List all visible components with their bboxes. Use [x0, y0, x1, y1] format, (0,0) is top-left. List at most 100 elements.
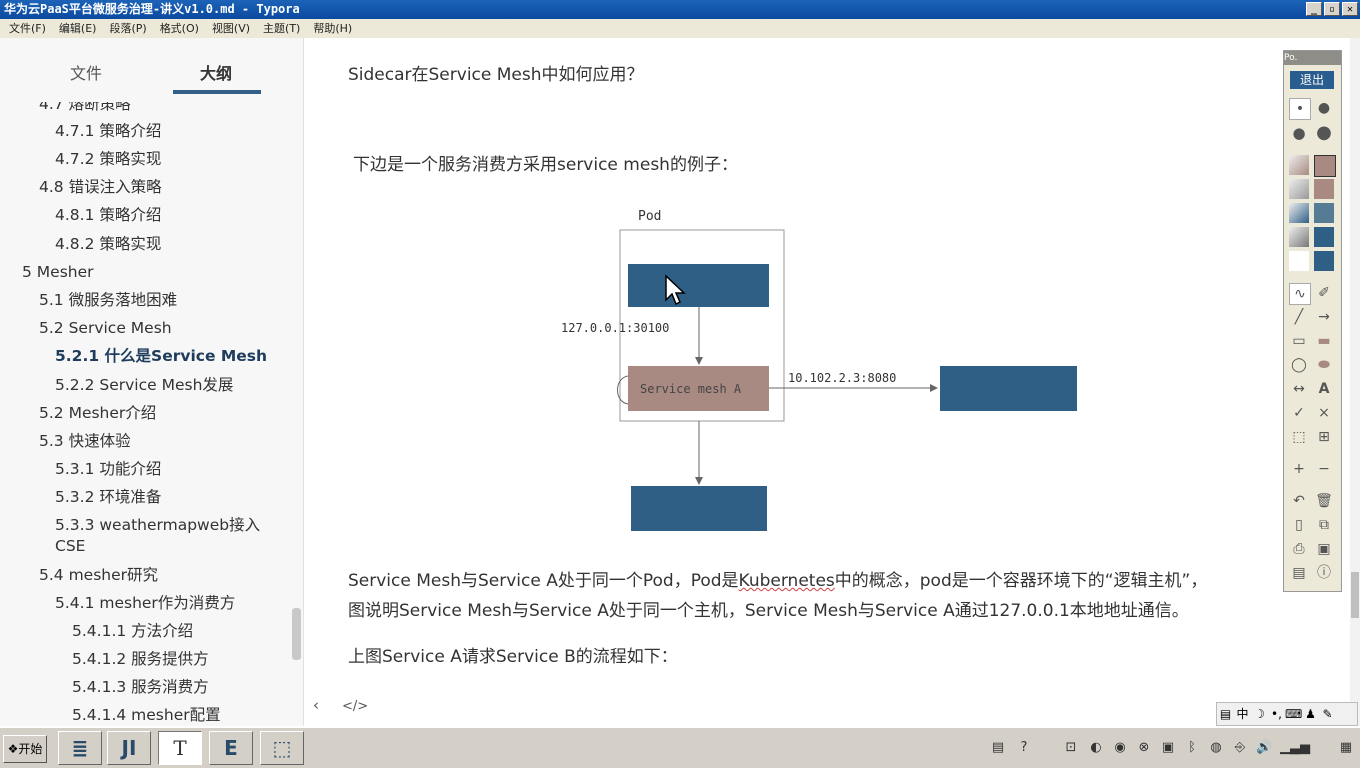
ellipse-icon[interactable]: ◯: [1289, 355, 1309, 375]
source-mode-icon[interactable]: </>: [342, 699, 368, 714]
dot-xlarge-icon[interactable]: ●: [1314, 123, 1334, 143]
outline-item[interactable]: 5 Mesher: [22, 262, 94, 282]
check-icon[interactable]: ✓: [1289, 403, 1309, 423]
dot-small-icon[interactable]: •: [1289, 98, 1311, 120]
dot-large-icon[interactable]: ●: [1289, 123, 1309, 143]
taskbar-app-idea[interactable]: JI: [107, 731, 151, 765]
undo-icon[interactable]: ↶: [1289, 491, 1309, 511]
color-swatch-3-icon[interactable]: [1314, 203, 1334, 223]
pattern-1-icon[interactable]: [1289, 155, 1309, 175]
outline-item[interactable]: 4.7.1 策略介绍: [55, 121, 161, 141]
outline-item[interactable]: 5.1 微服务落地困难: [39, 290, 177, 310]
bluetooth-icon[interactable]: ᛒ: [1184, 740, 1200, 756]
double-arrow-icon[interactable]: ↔: [1289, 379, 1309, 399]
cross-icon[interactable]: ×: [1314, 403, 1334, 423]
tray-help-icon[interactable]: ?: [1016, 740, 1032, 756]
rectangle-icon[interactable]: ▭: [1289, 331, 1309, 351]
taskbar-app-explorer[interactable]: ≣: [58, 731, 102, 765]
pattern-4-icon[interactable]: [1289, 227, 1309, 247]
arrow-icon[interactable]: →: [1314, 307, 1334, 327]
close-button[interactable]: ✕: [1342, 2, 1358, 16]
outline-item[interactable]: 5.2 Mesher介绍: [39, 403, 156, 423]
filled-rect-icon[interactable]: ▬: [1314, 331, 1334, 351]
menu-help[interactable]: 帮助(H): [313, 19, 352, 38]
menu-paragraph[interactable]: 段落(P): [109, 19, 146, 38]
tab-outline[interactable]: 大纲: [200, 60, 232, 84]
menu-theme[interactable]: 主题(T): [263, 19, 300, 38]
start-button[interactable]: ❖开始: [3, 735, 47, 763]
outline-item[interactable]: 5.3.2 环境准备: [55, 487, 161, 507]
outline-item[interactable]: 5.3.3 weathermapweb接入: [55, 515, 260, 535]
tray-overflow-icon[interactable]: ▦: [1338, 740, 1354, 756]
screen-icon[interactable]: ▤: [1289, 563, 1309, 583]
outline-item[interactable]: 5.3.1 功能介绍: [55, 459, 161, 479]
crop-icon[interactable]: ⬚: [1289, 427, 1309, 447]
outline-item[interactable]: 5.3 快速体验: [39, 431, 131, 451]
tray-sync-icon[interactable]: ⊗: [1136, 740, 1152, 756]
toggle-sidebar-icon[interactable]: ‹: [313, 696, 319, 714]
volume-icon[interactable]: 🔊: [1256, 740, 1272, 756]
color-swatch-4-icon[interactable]: [1314, 227, 1334, 247]
outline-item[interactable]: 5.4 mesher研究: [39, 565, 158, 585]
outline-item[interactable]: 4.8 错误注入策略: [39, 177, 162, 197]
tray-network-icon[interactable]: ⊡: [1063, 740, 1079, 756]
menu-view[interactable]: 视图(V): [212, 19, 250, 38]
print-icon[interactable]: ⎙: [1289, 539, 1309, 559]
maximize-button[interactable]: ▫: [1324, 2, 1340, 16]
freehand-icon[interactable]: ∿: [1289, 283, 1311, 305]
copy-icon[interactable]: ⧉: [1314, 515, 1334, 535]
taskbar-app-typora[interactable]: T: [158, 731, 202, 765]
outline-item[interactable]: 4.7.2 策略实现: [55, 149, 161, 169]
outline-item[interactable]: 5.2.2 Service Mesh发展: [55, 375, 233, 395]
text-icon[interactable]: A: [1314, 379, 1334, 399]
ime-mode-icon[interactable]: ▤: [1217, 703, 1234, 725]
tab-files[interactable]: 文件: [70, 60, 102, 84]
pattern-2-icon[interactable]: [1289, 179, 1309, 199]
zoom-icon[interactable]: ⊞: [1314, 427, 1334, 447]
menu-file[interactable]: 文件(F): [9, 19, 46, 38]
menu-edit[interactable]: 编辑(E): [59, 19, 97, 38]
sidebar-scrollbar[interactable]: [292, 608, 301, 660]
signal-icon[interactable]: ▁▃▅: [1280, 740, 1310, 756]
color-swatch-1-icon[interactable]: [1314, 155, 1336, 177]
tray-keyboard-icon[interactable]: ▤: [990, 740, 1006, 756]
minus-icon[interactable]: −: [1314, 459, 1334, 479]
dot-medium-icon[interactable]: ●: [1314, 98, 1334, 118]
eraser-icon[interactable]: ✐: [1314, 283, 1334, 303]
toolbox-exit-button[interactable]: 退出: [1290, 71, 1334, 89]
tray-security-icon[interactable]: ◍: [1208, 740, 1224, 756]
content-scrollbar[interactable]: [1350, 38, 1360, 726]
taskbar-app-editor[interactable]: E: [209, 731, 253, 765]
blue-swatch-icon[interactable]: [1314, 251, 1334, 271]
trash-icon[interactable]: 🗑: [1314, 491, 1334, 511]
outline-item[interactable]: 5.4.1 mesher作为消费方: [55, 593, 235, 613]
outline-item[interactable]: 4.7 熔断策略: [39, 102, 131, 114]
outline-item[interactable]: 5.2 Service Mesh: [39, 318, 172, 338]
white-swatch-icon[interactable]: [1289, 251, 1309, 271]
filled-ellipse-icon[interactable]: ⬬: [1314, 355, 1334, 375]
save-icon[interactable]: ▣: [1314, 539, 1334, 559]
ime-user-icon[interactable]: ♟: [1302, 703, 1319, 725]
outline-item[interactable]: 5.4.1.3 服务消费方: [72, 677, 209, 697]
info-icon[interactable]: ⓘ: [1314, 563, 1334, 583]
outline-item[interactable]: 4.8.2 策略实现: [55, 234, 161, 254]
outline-item[interactable]: 5.4.1.2 服务提供方: [72, 649, 209, 669]
outline-item[interactable]: 5.4.1.4 mesher配置: [72, 705, 221, 725]
outline-item[interactable]: 4.8.1 策略介绍: [55, 205, 161, 225]
outline-item[interactable]: 5.4.1.1 方法介绍: [72, 621, 193, 641]
tray-usb-icon[interactable]: ⎆: [1232, 740, 1248, 756]
color-swatch-2-icon[interactable]: [1314, 179, 1334, 199]
outline-item-continuation[interactable]: CSE: [55, 536, 85, 556]
ime-halfwidth-icon[interactable]: ☽: [1251, 703, 1268, 725]
plus-icon[interactable]: +: [1289, 459, 1309, 479]
tray-app-icon[interactable]: ◐: [1088, 740, 1104, 756]
ime-chinese-toggle[interactable]: 中: [1234, 703, 1251, 725]
tray-globe-icon[interactable]: ◉: [1112, 740, 1128, 756]
tray-display-icon[interactable]: ▣: [1160, 740, 1176, 756]
pattern-3-icon[interactable]: [1289, 203, 1309, 223]
ime-settings-icon[interactable]: ✎: [1319, 703, 1336, 725]
new-page-icon[interactable]: ▯: [1289, 515, 1309, 535]
minimize-button[interactable]: _: [1306, 2, 1322, 16]
ime-punct-icon[interactable]: •,: [1268, 703, 1285, 725]
ime-keyboard-icon[interactable]: ⌨: [1285, 703, 1302, 725]
